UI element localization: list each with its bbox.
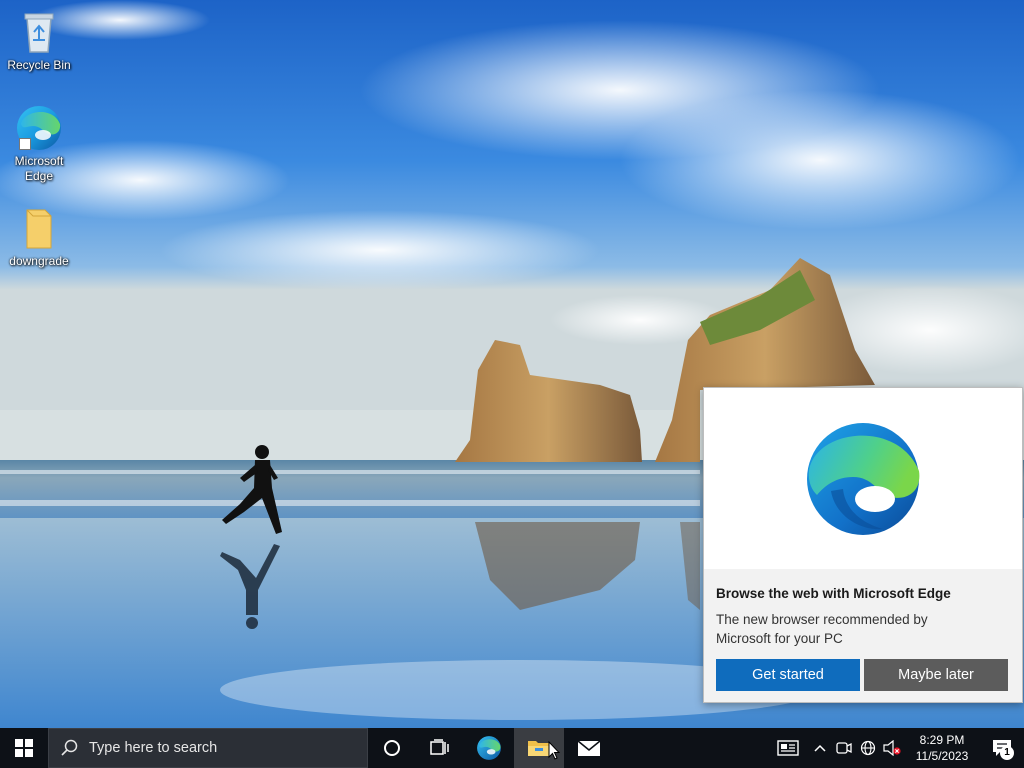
clock-time: 8:29 PM <box>919 733 965 747</box>
meet-now-button[interactable] <box>832 728 856 768</box>
desktop-icon-label: downgrade <box>9 254 69 268</box>
edge-logo-icon <box>807 422 920 535</box>
chevron-up-icon <box>814 744 826 752</box>
cortana-icon <box>384 740 400 756</box>
taskbar-mail-button[interactable] <box>564 728 614 768</box>
edge-icon <box>477 736 501 760</box>
taskbar-search-box[interactable]: Type here to search <box>48 728 368 768</box>
start-button[interactable] <box>0 728 48 768</box>
news-icon <box>777 740 799 756</box>
get-started-button[interactable]: Get started <box>716 659 860 691</box>
desktop-icon-microsoft-edge[interactable]: Microsoft Edge <box>2 104 76 184</box>
task-view-icon <box>430 739 449 755</box>
desktop-icon-label: Recycle Bin <box>7 58 71 72</box>
recycle-bin-icon <box>15 8 63 56</box>
network-button[interactable] <box>856 728 880 768</box>
taskbar-edge-button[interactable] <box>464 728 514 768</box>
edge-icon <box>15 104 63 152</box>
task-view-button[interactable] <box>416 728 464 768</box>
taskbar: Type here to search 8:29 PM 11/5/2023 1 <box>0 728 1024 768</box>
meet-now-icon <box>836 742 852 754</box>
maybe-later-button[interactable]: Maybe later <box>864 659 1008 691</box>
news-and-interests-button[interactable] <box>768 728 808 768</box>
windows-logo-icon <box>15 739 33 757</box>
clock-date: 11/5/2023 <box>915 749 969 763</box>
action-center-button[interactable]: 1 <box>980 728 1024 768</box>
desktop-icon-downgrade[interactable]: downgrade <box>2 204 76 269</box>
show-hidden-icons-button[interactable] <box>808 728 832 768</box>
notification-count-badge: 1 <box>1000 746 1014 760</box>
network-icon <box>860 740 876 756</box>
mail-icon <box>577 740 601 756</box>
cortana-button[interactable] <box>368 728 416 768</box>
folder-icon <box>15 204 63 252</box>
popup-hero <box>704 388 1022 569</box>
edge-promo-popup: Browse the web with Microsoft Edge The n… <box>703 387 1023 703</box>
taskbar-clock[interactable]: 8:29 PM 11/5/2023 <box>904 728 980 768</box>
desktop-icon-recycle-bin[interactable]: Recycle Bin <box>2 8 76 73</box>
volume-button[interactable] <box>880 728 904 768</box>
search-placeholder: Type here to search <box>89 740 218 756</box>
desktop[interactable]: Recycle Bin Microsoft Edge downgrade Bro… <box>0 0 1024 728</box>
mouse-pointer-icon <box>548 741 560 760</box>
volume-muted-icon <box>883 740 901 756</box>
search-icon <box>61 739 78 756</box>
shortcut-arrow-icon <box>19 138 31 150</box>
system-tray: 8:29 PM 11/5/2023 1 <box>768 728 1024 768</box>
desktop-icon-label: Microsoft Edge <box>14 154 64 183</box>
popup-title: Browse the web with Microsoft Edge <box>716 586 951 601</box>
popup-description: The new browser recommended by Microsoft… <box>716 612 928 646</box>
